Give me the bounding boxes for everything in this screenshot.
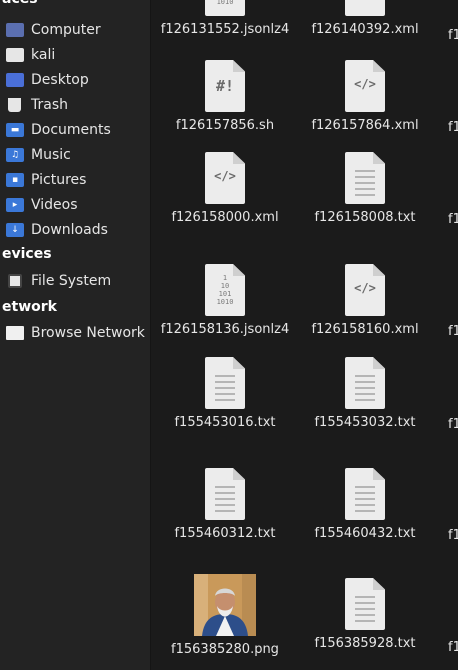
partial-file-label[interactable]: f1 bbox=[448, 120, 458, 135]
sidebar-item-label: Documents bbox=[31, 122, 111, 138]
binary-glyph: 1 10 101 1010 bbox=[216, 274, 234, 306]
binary-file-icon: 1010 bbox=[205, 0, 245, 16]
file-item[interactable]: f126158008.txt bbox=[295, 152, 435, 225]
file-name: f126157864.xml bbox=[311, 118, 419, 133]
videos-folder-icon: ▸ bbox=[6, 198, 24, 212]
file-name: f155460312.txt bbox=[174, 526, 276, 541]
xml-file-icon: </> bbox=[205, 152, 245, 204]
file-item[interactable]: 1010 f126131552.jsonlz4 bbox=[155, 0, 295, 37]
sidebar-item-file-system[interactable]: File System bbox=[0, 269, 150, 293]
partial-file-label[interactable]: f1 bbox=[448, 212, 458, 227]
text-file-icon bbox=[205, 357, 245, 409]
file-name: f156385280.png bbox=[171, 642, 279, 657]
file-item[interactable]: #! f126157856.sh bbox=[155, 60, 295, 133]
file-name: f126158000.xml bbox=[171, 210, 279, 225]
file-item[interactable]: </> f126158160.xml bbox=[295, 264, 435, 337]
text-file-icon bbox=[345, 578, 385, 630]
file-name: f155453032.txt bbox=[314, 415, 416, 430]
xml-file-icon: </> bbox=[345, 60, 385, 112]
sidebar-item-label: File System bbox=[31, 273, 112, 289]
sidebar-item-pictures[interactable]: ▪ Pictures bbox=[0, 168, 150, 192]
sidebar-item-trash[interactable]: Trash bbox=[0, 93, 150, 117]
text-file-icon bbox=[345, 152, 385, 204]
file-name: f126157856.sh bbox=[175, 118, 275, 133]
file-item[interactable]: f156385928.txt bbox=[295, 578, 435, 651]
xml-file-icon: </> bbox=[345, 264, 385, 316]
sidebar-item-downloads[interactable]: ↓ Downloads bbox=[0, 218, 150, 242]
network-icon bbox=[6, 326, 24, 340]
sidebar-item-label: kali bbox=[31, 47, 56, 63]
sidebar-item-documents[interactable]: ▬ Documents bbox=[0, 118, 150, 142]
file-name: f155453016.txt bbox=[174, 415, 276, 430]
partial-file-label[interactable]: f1 bbox=[448, 324, 458, 339]
sidebar-item-videos[interactable]: ▸ Videos bbox=[0, 193, 150, 217]
xml-file-icon bbox=[345, 0, 385, 16]
desktop-folder-icon bbox=[6, 73, 24, 87]
file-item[interactable]: f126140392.xml bbox=[295, 0, 435, 37]
places-section-head: aces bbox=[2, 0, 38, 7]
sidebar-item-label: Trash bbox=[31, 97, 68, 113]
sidebar-item-computer[interactable]: Computer bbox=[0, 18, 150, 42]
sidebar-item-browse-network[interactable]: Browse Network bbox=[0, 321, 150, 345]
file-name: f126140392.xml bbox=[311, 22, 419, 37]
text-file-icon bbox=[345, 357, 385, 409]
drive-icon bbox=[8, 274, 22, 288]
downloads-folder-icon: ↓ bbox=[6, 223, 24, 237]
file-item[interactable]: f155460432.txt bbox=[295, 468, 435, 541]
file-item[interactable]: f156385280.png bbox=[155, 574, 295, 657]
sidebar-item-label: Desktop bbox=[31, 72, 89, 88]
file-item[interactable]: f155453016.txt bbox=[155, 357, 295, 430]
portrait-thumbnail-icon bbox=[194, 574, 256, 636]
file-name: f126131552.jsonlz4 bbox=[160, 22, 290, 37]
partial-file-label[interactable]: f1 bbox=[448, 417, 458, 432]
pictures-folder-icon: ▪ bbox=[6, 173, 24, 187]
file-name: f155460432.txt bbox=[314, 526, 416, 541]
music-folder-icon: ♫ bbox=[6, 148, 24, 162]
partial-file-label[interactable]: f1 bbox=[448, 528, 458, 543]
sidebar: aces Computer kali Desktop Trash ▬ Docum… bbox=[0, 0, 151, 670]
file-item[interactable]: f155453032.txt bbox=[295, 357, 435, 430]
file-name: f156385928.txt bbox=[314, 636, 416, 651]
sidebar-item-desktop[interactable]: Desktop bbox=[0, 68, 150, 92]
partial-file-label[interactable]: f1 bbox=[448, 28, 458, 43]
file-item[interactable]: </> f126158000.xml bbox=[155, 152, 295, 225]
sidebar-item-label: Browse Network bbox=[31, 325, 145, 341]
partial-file-label[interactable]: f1 bbox=[448, 640, 458, 655]
sidebar-item-music[interactable]: ♫ Music bbox=[0, 143, 150, 167]
file-name: f126158136.jsonlz4 bbox=[160, 322, 290, 337]
sidebar-item-label: Videos bbox=[31, 197, 78, 213]
sidebar-item-label: Computer bbox=[31, 22, 101, 38]
file-item[interactable]: </> f126157864.xml bbox=[295, 60, 435, 133]
sidebar-item-label: Downloads bbox=[31, 222, 108, 238]
file-view: 1010 f126131552.jsonlz4 f126140392.xml #… bbox=[151, 0, 458, 670]
file-item[interactable]: 1 10 101 1010 f126158136.jsonlz4 bbox=[155, 264, 295, 337]
file-item[interactable]: f155460312.txt bbox=[155, 468, 295, 541]
documents-folder-icon: ▬ bbox=[6, 123, 24, 137]
file-name: f126158008.txt bbox=[314, 210, 416, 225]
network-section-head: etwork bbox=[2, 299, 57, 315]
text-file-icon bbox=[205, 468, 245, 520]
sidebar-item-kali[interactable]: kali bbox=[0, 43, 150, 67]
sidebar-item-label: Music bbox=[31, 147, 71, 163]
devices-section-head: evices bbox=[2, 246, 52, 262]
text-file-icon bbox=[345, 468, 385, 520]
binary-file-icon: 1 10 101 1010 bbox=[205, 264, 245, 316]
home-folder-icon bbox=[6, 48, 24, 62]
script-file-icon: #! bbox=[205, 60, 245, 112]
sidebar-item-label: Pictures bbox=[31, 172, 87, 188]
trash-icon bbox=[8, 98, 21, 112]
image-thumbnail bbox=[194, 574, 256, 636]
computer-icon bbox=[6, 23, 24, 37]
file-name: f126158160.xml bbox=[311, 322, 419, 337]
